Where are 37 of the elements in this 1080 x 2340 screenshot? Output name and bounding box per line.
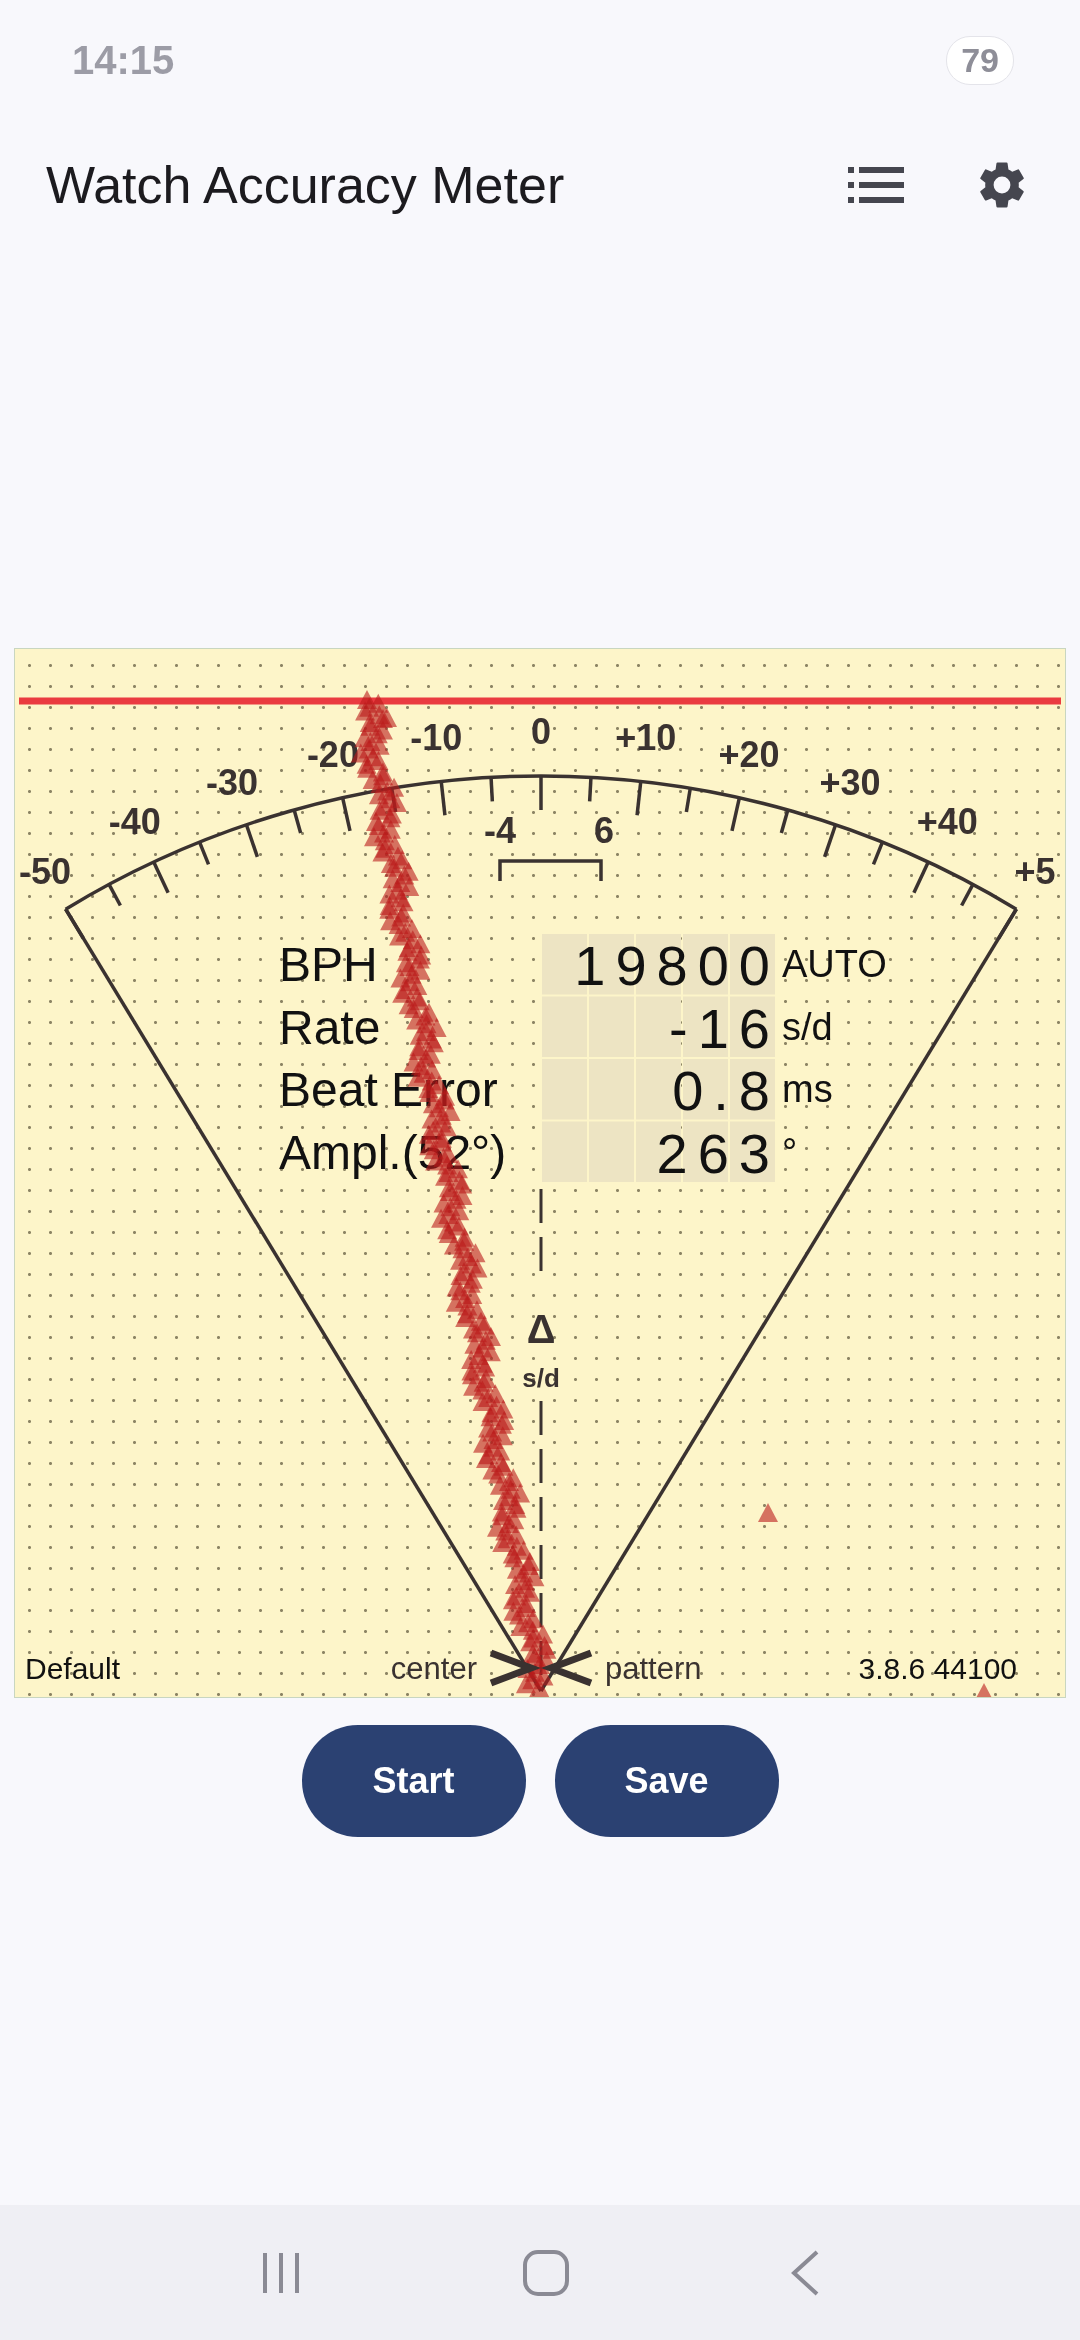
app-title: Watch Accuracy Meter — [46, 155, 566, 215]
scale-label: -10 — [410, 716, 463, 758]
tolerance-label: -4 — [484, 810, 516, 851]
readout-unit: s/d — [782, 1005, 833, 1048]
scale-label: -50 — [19, 850, 71, 892]
battery-indicator: 79 — [946, 35, 1014, 85]
scale-label: +5 — [1014, 850, 1056, 892]
readout-value: -16 — [669, 996, 780, 1060]
readout-value: 19800 — [574, 934, 780, 997]
scale-label: -30 — [205, 762, 258, 804]
readout-unit: ° — [782, 1130, 798, 1173]
home-icon[interactable] — [522, 2248, 570, 2297]
action-button[interactable]: Save — [554, 1725, 779, 1837]
right-chevron-icon — [489, 1649, 541, 1687]
profile-label: Default — [25, 1652, 121, 1685]
delta-unit: s/d — [522, 1363, 560, 1393]
readout-label: BPH — [279, 938, 378, 991]
scale-label: +20 — [718, 733, 780, 775]
action-button[interactable]: Start — [301, 1725, 526, 1837]
scale-label: -40 — [108, 801, 161, 843]
scale-label: +10 — [615, 716, 677, 758]
readout-label: Rate — [279, 1000, 381, 1054]
readout-value: 0.8 — [672, 1059, 780, 1122]
version-label: 3.8.6 44100 — [858, 1652, 1017, 1685]
scale-label: +30 — [819, 762, 881, 804]
left-chevron-icon — [541, 1649, 593, 1687]
pattern-label: pattern — [605, 1651, 702, 1686]
scale-label: +40 — [916, 801, 978, 843]
center-label: center — [390, 1651, 477, 1686]
tolerance-label: 6 — [594, 810, 614, 851]
readout-value: 263 — [656, 1121, 780, 1185]
scale-label: 0 — [531, 711, 551, 752]
scale-label: -20 — [306, 733, 359, 775]
delta-symbol: Δ — [526, 1307, 556, 1351]
readout-unit: AUTO — [782, 943, 887, 985]
status-time: 14:15 — [72, 37, 175, 83]
readout-unit: ms — [782, 1068, 833, 1110]
